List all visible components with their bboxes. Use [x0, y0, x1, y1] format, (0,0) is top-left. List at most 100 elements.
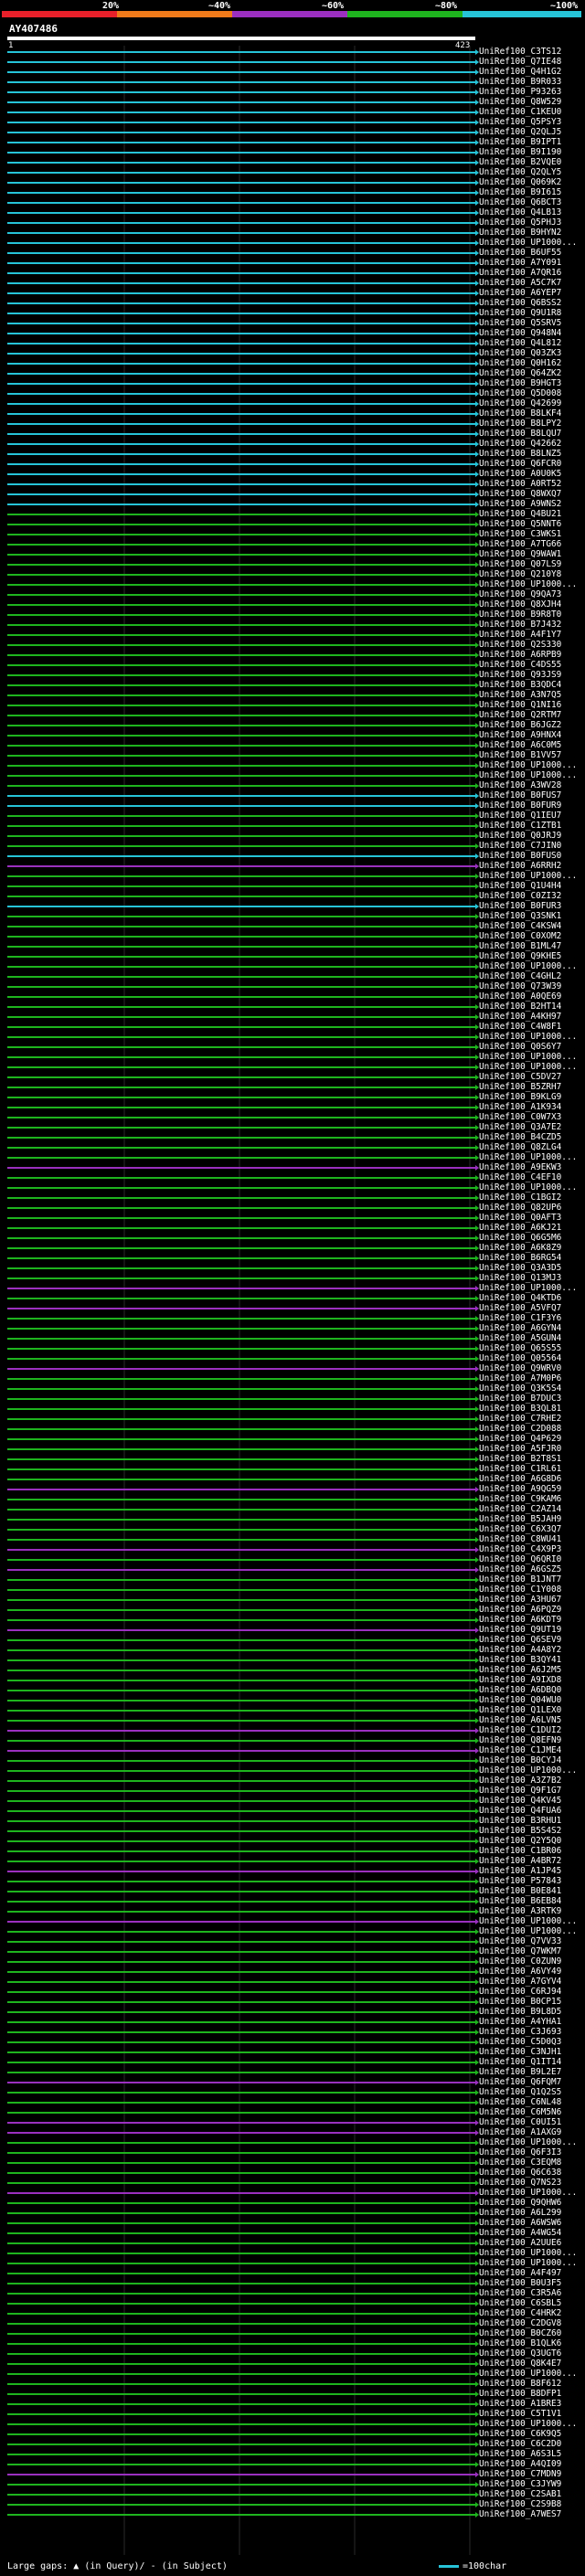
hit-alignment-bar[interactable]: [7, 2443, 475, 2445]
hit-label[interactable]: UniRef100_C1KEU0: [479, 107, 561, 117]
hit-alignment-bar[interactable]: [7, 2253, 475, 2254]
hit-label[interactable]: UniRef100_Q6F3I3: [479, 2147, 561, 2157]
hit-alignment-bar[interactable]: [7, 2413, 475, 2415]
hit-alignment-bar[interactable]: [7, 966, 475, 968]
hit-alignment-bar[interactable]: [7, 584, 475, 586]
hit-label[interactable]: UniRef100_UP1000...: [479, 2248, 577, 2258]
hit-alignment-bar[interactable]: [7, 574, 475, 576]
hit-label[interactable]: UniRef100_A5C7K7: [479, 278, 561, 288]
hit-label[interactable]: UniRef100_Q6BCT3: [479, 197, 561, 207]
hit-alignment-bar[interactable]: [7, 735, 475, 737]
hit-label[interactable]: UniRef100_B2HT14: [479, 1002, 561, 1012]
hit-label[interactable]: UniRef100_B8LQU7: [479, 429, 561, 439]
hit-alignment-bar[interactable]: [7, 684, 475, 686]
hit-label[interactable]: UniRef100_Q65S55: [479, 1343, 561, 1353]
hit-label[interactable]: UniRef100_B1ML47: [479, 941, 561, 951]
hit-alignment-bar[interactable]: [7, 1177, 475, 1179]
hit-label[interactable]: UniRef100_Q7IE48: [479, 57, 561, 67]
hit-alignment-bar[interactable]: [7, 1850, 475, 1852]
hit-alignment-bar[interactable]: [7, 282, 475, 284]
hit-alignment-bar[interactable]: [7, 1378, 475, 1380]
hit-label[interactable]: UniRef100_B6EB84: [479, 1896, 561, 1906]
hit-label[interactable]: UniRef100_UP1000...: [479, 1152, 577, 1162]
hit-alignment-bar[interactable]: [7, 1901, 475, 1903]
hit-alignment-bar[interactable]: [7, 222, 475, 224]
hit-label[interactable]: UniRef100_Q05564: [479, 1353, 561, 1363]
hit-label[interactable]: UniRef100_C1BR06: [479, 1846, 561, 1856]
hit-label[interactable]: UniRef100_UP1000...: [479, 579, 577, 589]
hit-label[interactable]: UniRef100_Q8EFN9: [479, 1735, 561, 1745]
hit-alignment-bar[interactable]: [7, 2031, 475, 2033]
hit-alignment-bar[interactable]: [7, 1448, 475, 1450]
hit-label[interactable]: UniRef100_B2VQE0: [479, 157, 561, 167]
hit-alignment-bar[interactable]: [7, 1167, 475, 1169]
hit-alignment-bar[interactable]: [7, 1438, 475, 1440]
hit-label[interactable]: UniRef100_B9R033: [479, 77, 561, 87]
hit-label[interactable]: UniRef100_Q3SNK1: [479, 911, 561, 921]
hit-alignment-bar[interactable]: [7, 715, 475, 716]
hit-alignment-bar[interactable]: [7, 1991, 475, 1993]
hit-label[interactable]: UniRef100_C4HRK2: [479, 2308, 561, 2318]
hit-alignment-bar[interactable]: [7, 2373, 475, 2375]
hit-label[interactable]: UniRef100_UP1000...: [479, 770, 577, 780]
hit-alignment-bar[interactable]: [7, 182, 475, 184]
hit-label[interactable]: UniRef100_C6C2D0: [479, 2439, 561, 2449]
hit-alignment-bar[interactable]: [7, 906, 475, 907]
hit-label[interactable]: UniRef100_A1AXG9: [479, 2127, 561, 2137]
hit-label[interactable]: UniRef100_A6RRH2: [479, 861, 561, 871]
hit-alignment-bar[interactable]: [7, 393, 475, 395]
hit-alignment-bar[interactable]: [7, 2122, 475, 2124]
hit-alignment-bar[interactable]: [7, 795, 475, 797]
hit-label[interactable]: UniRef100_Q42662: [479, 439, 561, 449]
hit-label[interactable]: UniRef100_Q8XJH4: [479, 599, 561, 610]
hit-alignment-bar[interactable]: [7, 152, 475, 154]
hit-alignment-bar[interactable]: [7, 2142, 475, 2144]
hit-alignment-bar[interactable]: [7, 1921, 475, 1923]
hit-label[interactable]: UniRef100_B9I615: [479, 187, 561, 197]
hit-alignment-bar[interactable]: [7, 564, 475, 566]
hit-alignment-bar[interactable]: [7, 1559, 475, 1561]
hit-label[interactable]: UniRef100_C1ZTB1: [479, 821, 561, 831]
hit-alignment-bar[interactable]: [7, 845, 475, 847]
hit-label[interactable]: UniRef100_B2T8S1: [479, 1454, 561, 1464]
hit-alignment-bar[interactable]: [7, 865, 475, 867]
hit-label[interactable]: UniRef100_A9WNS2: [479, 499, 561, 509]
hit-alignment-bar[interactable]: [7, 1458, 475, 1460]
hit-alignment-bar[interactable]: [7, 1026, 475, 1028]
hit-alignment-bar[interactable]: [7, 926, 475, 928]
hit-alignment-bar[interactable]: [7, 403, 475, 405]
hit-label[interactable]: UniRef100_A3WV28: [479, 780, 561, 790]
hit-label[interactable]: UniRef100_Q04WU0: [479, 1695, 561, 1705]
hit-label[interactable]: UniRef100_A6GSZ5: [479, 1564, 561, 1574]
hit-label[interactable]: UniRef100_B6JGZ2: [479, 720, 561, 730]
hit-label[interactable]: UniRef100_C7RHE2: [479, 1414, 561, 1424]
hit-alignment-bar[interactable]: [7, 463, 475, 465]
hit-label[interactable]: UniRef100_Q5PHJ3: [479, 217, 561, 228]
hit-label[interactable]: UniRef100_UP1000...: [479, 2258, 577, 2268]
hit-alignment-bar[interactable]: [7, 785, 475, 787]
hit-alignment-bar[interactable]: [7, 1830, 475, 1832]
hit-label[interactable]: UniRef100_A0RT52: [479, 479, 561, 489]
hit-alignment-bar[interactable]: [7, 2021, 475, 2023]
hit-alignment-bar[interactable]: [7, 855, 475, 857]
hit-alignment-bar[interactable]: [7, 1800, 475, 1802]
hit-label[interactable]: UniRef100_C7MDN9: [479, 2469, 561, 2479]
hit-label[interactable]: UniRef100_Q948N4: [479, 328, 561, 338]
hit-alignment-bar[interactable]: [7, 544, 475, 546]
hit-label[interactable]: UniRef100_B7DUC3: [479, 1394, 561, 1404]
hit-label[interactable]: UniRef100_Q13MJ3: [479, 1273, 561, 1283]
hit-alignment-bar[interactable]: [7, 2454, 475, 2455]
hit-alignment-bar[interactable]: [7, 413, 475, 415]
hit-alignment-bar[interactable]: [7, 2283, 475, 2284]
hit-alignment-bar[interactable]: [7, 313, 475, 314]
hit-alignment-bar[interactable]: [7, 1489, 475, 1490]
hit-label[interactable]: UniRef100_C6RJ94: [479, 1987, 561, 1997]
hit-label[interactable]: UniRef100_Q6QRI0: [479, 1554, 561, 1564]
hit-label[interactable]: UniRef100_C1DUI2: [479, 1725, 561, 1735]
hit-label[interactable]: UniRef100_C4X9P3: [479, 1544, 561, 1554]
hit-alignment-bar[interactable]: [7, 1237, 475, 1239]
hit-label[interactable]: UniRef100_Q8WXQ7: [479, 489, 561, 499]
hit-alignment-bar[interactable]: [7, 202, 475, 204]
hit-label[interactable]: UniRef100_C2SAB1: [479, 2489, 561, 2499]
hit-label[interactable]: UniRef100_Q9WRV0: [479, 1363, 561, 1373]
